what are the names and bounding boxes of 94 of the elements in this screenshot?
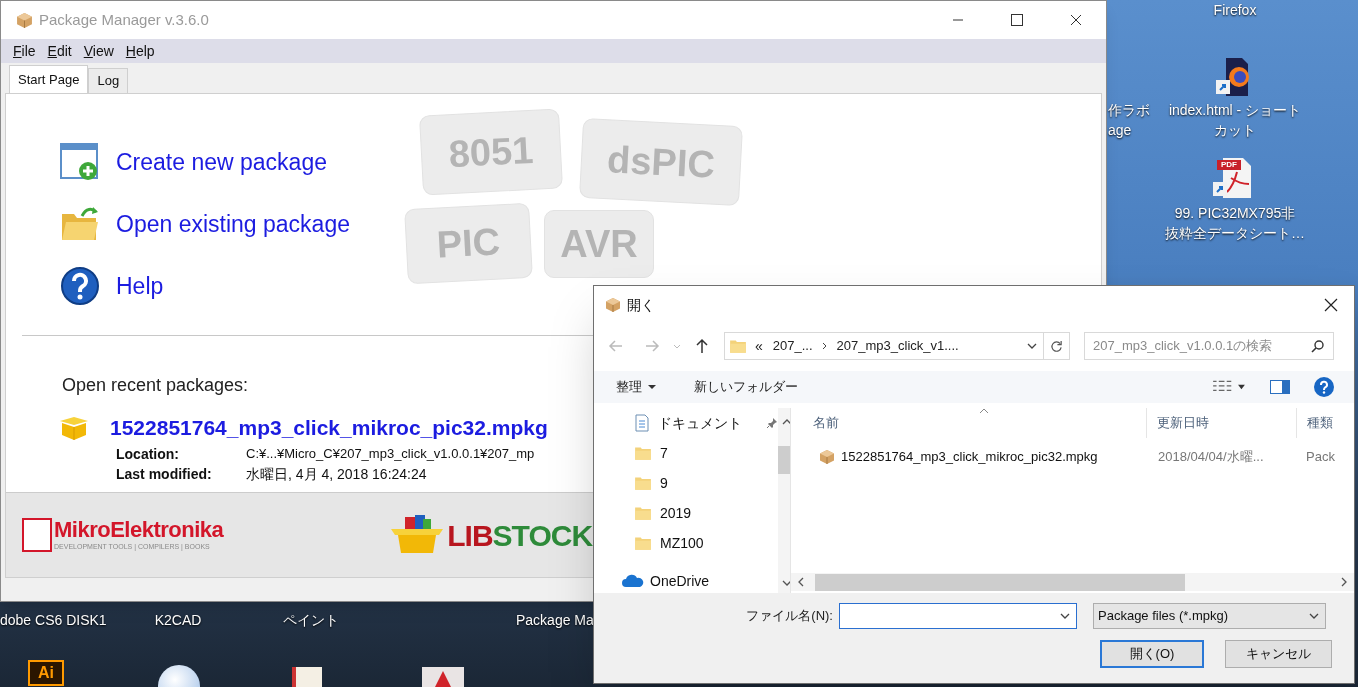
file-name-field[interactable] (839, 603, 1077, 629)
dialog-button[interactable]: 開く(O) (1100, 640, 1204, 668)
file-date: 2018/04/04/水曜... (1157, 448, 1265, 467)
chip-graphic: AVR (544, 210, 654, 278)
field-label: Location: (116, 445, 180, 464)
pin-icon[interactable] (766, 417, 778, 429)
brand-logo: LIBSTOCK (447, 517, 593, 554)
chip-graphic: dsPIC (579, 117, 743, 207)
up-arrow-icon[interactable] (694, 338, 710, 354)
navigation-item[interactable]: 7 (594, 438, 778, 468)
dialog-button[interactable]: キャンセル (1225, 640, 1332, 668)
menu-item[interactable]: Edit (41, 40, 78, 62)
file-type-dropdown[interactable]: Package files (*.mpkg) (1093, 603, 1326, 629)
preview-pane-icon[interactable] (1270, 380, 1290, 394)
dialog-title: 開く (627, 295, 656, 315)
search-icon[interactable] (1311, 339, 1325, 353)
file-type: Pack (1305, 448, 1336, 467)
close-icon[interactable] (1070, 14, 1082, 26)
section-heading: Open recent packages: (62, 374, 249, 397)
file-row[interactable]: 1522851764_mp3_click_mikroc_pic32.mpkg 2018/04/04/水曜... Pack (791, 444, 1354, 470)
desktop-icon-label[interactable]: K2CAD (138, 610, 218, 630)
scrollbar-thumb[interactable] (778, 446, 790, 474)
scroll-left-icon[interactable] (797, 577, 805, 587)
scrollbar-thumb[interactable] (815, 573, 1185, 591)
scroll-right-icon[interactable] (1340, 577, 1348, 587)
refresh-button[interactable] (1044, 332, 1070, 360)
box-logo-icon (391, 515, 444, 555)
help-icon[interactable] (60, 266, 100, 306)
menu-item[interactable]: View (77, 40, 120, 62)
chevron-icon (820, 342, 829, 350)
desktop-icon-label[interactable]: ペイント (270, 610, 352, 630)
toolbar-button[interactable]: 新しいフォルダー (694, 377, 798, 397)
tab[interactable]: Start Page (9, 65, 89, 94)
caret-icon[interactable] (1060, 611, 1070, 621)
folder-icon (634, 534, 652, 552)
brand-logo: MikroElektronika (54, 517, 224, 542)
navigation-item[interactable]: 9 (594, 468, 778, 498)
folder-icon (634, 444, 652, 462)
date-value: 水曜日, 4月 4, 2018 16:24:24 (246, 465, 428, 484)
menu-item[interactable]: Help (119, 40, 161, 62)
caret-icon (1309, 611, 1319, 621)
recent-package-link[interactable]: 1522851764_mp3_click_mikroc_pic32.mpkg (110, 412, 548, 444)
package-icon (605, 297, 621, 313)
desktop-icon-label[interactable]: 99. PIC32MX795非 抜粋全データシート… (1160, 203, 1310, 243)
window-title: Package Manager v.3.6.0 (39, 9, 210, 30)
navigation-item[interactable]: MZ100 (594, 528, 778, 558)
cloud-icon (622, 574, 644, 588)
location-value: C:¥...¥Micro_C¥207_mp3_click_v1.0.0.1¥207_mp (246, 445, 535, 463)
folder-icon (729, 337, 747, 355)
horizontal-scrollbar[interactable] (791, 573, 1354, 591)
chip-graphic: 8051 (419, 108, 563, 196)
tab[interactable]: Log (88, 68, 129, 93)
illustrator-app-icon[interactable]: Ai (28, 660, 64, 686)
folder-icon (634, 474, 652, 492)
caret-icon (648, 383, 656, 391)
column-header[interactable]: 種類 (1296, 408, 1354, 438)
help-icon[interactable] (1314, 377, 1334, 397)
close-icon[interactable] (1324, 298, 1338, 312)
search-field[interactable]: 207_mp3_click_v1.0.0.1の検索 (1084, 332, 1334, 360)
breadcrumb-separator: « (755, 336, 763, 356)
navigation-item[interactable]: ドキュメント (594, 408, 778, 438)
shortcut-file-icon[interactable] (1216, 58, 1252, 96)
action-link[interactable]: Create new package (116, 144, 327, 180)
file-name: 1522851764_mp3_click_mikroc_pic32.mpkg (841, 448, 1098, 467)
desktop-icon-label[interactable]: 作ラボ age (1108, 100, 1158, 140)
breadcrumb-item[interactable]: 207_mp3_click_v1.... (836, 336, 959, 356)
action-link[interactable]: Open existing package (116, 206, 350, 242)
column-header[interactable]: 名前 (791, 408, 1146, 438)
menu-item[interactable]: File (7, 40, 42, 62)
maximize-icon[interactable] (1011, 14, 1023, 26)
navigation-item[interactable]: 2019 (594, 498, 778, 528)
document-icon (634, 414, 650, 432)
logo-mark-icon (22, 518, 52, 552)
caret-icon[interactable] (1027, 341, 1037, 351)
package-icon (819, 449, 835, 465)
column-header[interactable]: 更新日時 (1146, 408, 1296, 438)
new-window-icon[interactable] (60, 142, 100, 182)
navigation-item[interactable]: OneDrive (594, 566, 778, 593)
desktop-icon-label[interactable]: dobe CS6 DISK1 (0, 610, 120, 630)
scroll-down-icon[interactable] (781, 579, 790, 587)
chip-graphic: PIC (404, 202, 533, 285)
refresh-icon (1050, 339, 1063, 353)
package-icon (16, 11, 33, 29)
vertical-scrollbar[interactable] (778, 408, 790, 593)
action-link[interactable]: Help (116, 268, 164, 304)
field-label: Last modified: (116, 465, 213, 484)
address-bar[interactable]: « 207_... 207_mp3_click_v1.... (724, 332, 1044, 360)
toolbar-button[interactable]: 整理 (616, 377, 656, 397)
breadcrumb-item[interactable]: 207_... (772, 336, 813, 356)
desktop-icon-label[interactable]: Package Ma (516, 610, 592, 630)
folder-icon (634, 504, 652, 522)
desktop-icon-label[interactable]: index.html - ショート カット (1160, 100, 1310, 140)
field-label: ファイル名(N): (745, 607, 834, 626)
scroll-up-icon[interactable] (781, 418, 790, 426)
